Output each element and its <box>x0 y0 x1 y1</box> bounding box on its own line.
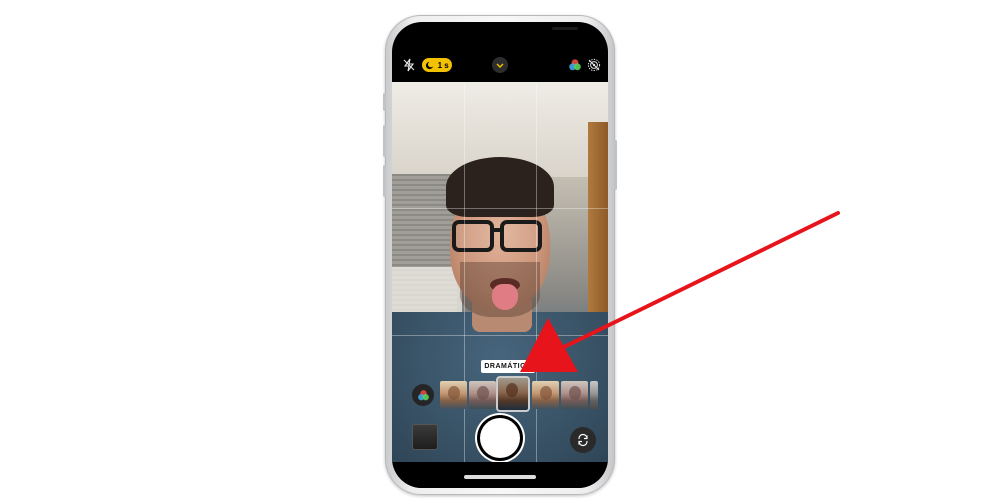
filters-icon[interactable] <box>568 58 582 72</box>
camera-flip-icon <box>578 433 588 447</box>
active-filter-label: DRAMÁTICO <box>481 360 535 373</box>
filter-thumbnail[interactable] <box>469 381 496 409</box>
filter-thumbnail[interactable] <box>590 381 598 409</box>
live-photo-off-icon[interactable] <box>587 58 601 72</box>
flash-off-icon[interactable] <box>402 58 416 72</box>
glasses-left-lens <box>452 220 494 252</box>
filter-thumbnail-selected[interactable] <box>496 376 530 412</box>
glasses-bridge <box>492 228 502 232</box>
notch <box>455 22 578 39</box>
camera-flip-button[interactable] <box>570 427 596 453</box>
grid-line-horizontal-1 <box>392 208 608 209</box>
power-button <box>614 140 617 190</box>
camera-viewfinder[interactable]: DRAMÁTICO <box>392 82 608 462</box>
phone-frame: 1 s DRAMÁTICO <box>383 15 617 495</box>
volume-down-button <box>383 165 386 197</box>
moon-icon <box>426 61 435 69</box>
night-mode-duration: 1 s <box>437 60 449 70</box>
night-mode-badge[interactable]: 1 s <box>422 58 452 72</box>
phone-screen: 1 s DRAMÁTICO <box>392 22 608 488</box>
filter-thumbnail[interactable] <box>561 381 588 409</box>
home-indicator[interactable] <box>464 475 536 479</box>
grid-line-horizontal-2 <box>392 335 608 336</box>
filter-thumbnail[interactable] <box>440 381 467 409</box>
silent-switch <box>383 93 386 111</box>
shutter-button[interactable] <box>480 418 520 458</box>
filters-toggle-button[interactable] <box>412 384 434 406</box>
volume-up-button <box>383 125 386 157</box>
filter-strip[interactable] <box>438 376 598 412</box>
filters-icon <box>417 389 429 400</box>
earpiece <box>552 27 578 30</box>
gallery-thumbnail[interactable] <box>412 424 438 450</box>
filter-thumbnail[interactable] <box>532 381 559 409</box>
chevron-down-icon[interactable] <box>492 57 508 73</box>
subject-tongue <box>492 284 518 310</box>
camera-top-bar: 1 s <box>392 52 608 78</box>
